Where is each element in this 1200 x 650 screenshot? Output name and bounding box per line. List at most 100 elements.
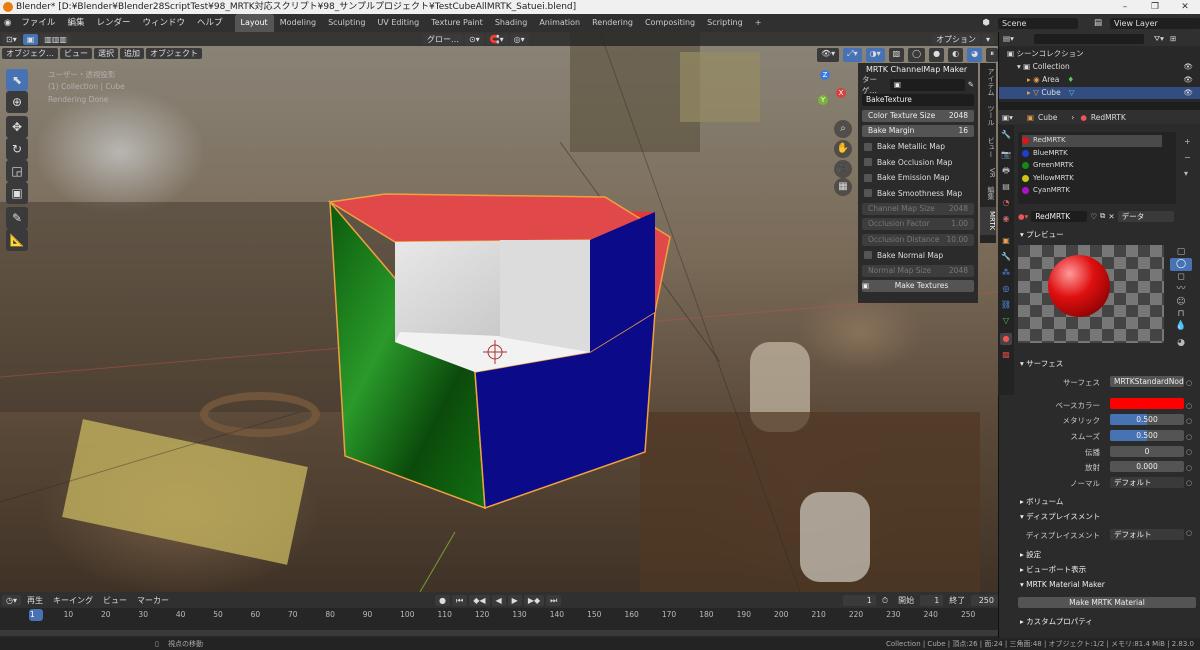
link-dropdown[interactable]: データ (1117, 210, 1174, 222)
area-eye-icon[interactable]: 👁 (1183, 74, 1193, 86)
maximize-icon[interactable]: ❐ (1140, 0, 1170, 14)
menu-render[interactable]: レンダー (90, 14, 136, 32)
jump-end-icon[interactable]: ⏭ (546, 594, 562, 606)
custom-properties-header[interactable]: ▸ カスタムプロパティ (1016, 615, 1198, 628)
stopwatch-icon[interactable]: ⏱ (878, 595, 892, 606)
metallic-slider[interactable]: 0.500 (1110, 414, 1184, 425)
material-browse-icon[interactable]: ●▾ (1018, 212, 1028, 221)
object-tab-icon[interactable]: ▣ (1000, 235, 1012, 247)
xray-icon[interactable]: ▧ (888, 48, 905, 62)
clock-icon[interactable]: ◷▾ (2, 594, 21, 606)
material-slot[interactable]: BlueMRTK (1022, 148, 1162, 160)
select-menu[interactable]: 選択 (94, 47, 118, 59)
displacement-field[interactable]: デフォルト (1110, 529, 1184, 540)
tab-edit[interactable]: 編集 (980, 183, 996, 203)
mode-dropdown[interactable]: オブジェク… (2, 47, 58, 59)
collapse-icon[interactable]: ▾ (981, 33, 994, 45)
material-slot[interactable]: YellowMRTK (1022, 173, 1162, 185)
keying-menu[interactable]: キーイング (49, 595, 97, 606)
zoom-icon[interactable]: ⌕ (834, 120, 852, 138)
outliner-editor-icon[interactable]: ▤▾ (1003, 33, 1014, 45)
remove-slot-icon[interactable]: − (1184, 150, 1191, 166)
menu-help[interactable]: ヘルプ (191, 14, 229, 32)
add-slot-icon[interactable]: + (1184, 134, 1191, 150)
pause-icon[interactable]: ⏸ (986, 48, 999, 62)
eyedropper-icon[interactable]: ✎ (968, 80, 974, 89)
area-light-row[interactable]: ▸ ◉ Area ♦ 👁 (999, 74, 1200, 86)
tab-mrtk[interactable]: MRTK (980, 207, 996, 235)
tab-texture-paint[interactable]: Texture Paint (425, 14, 489, 32)
current-frame-field[interactable]: 1 (843, 594, 876, 606)
marker-menu[interactable]: マーカー (133, 595, 173, 606)
volume-panel-header[interactable]: ▸ ボリューム (1016, 495, 1198, 508)
scene-tab-icon[interactable]: ◔ (1000, 197, 1012, 209)
fake-user-icon[interactable]: ♡ (1090, 212, 1097, 221)
tab-item[interactable]: アイテム (980, 67, 996, 97)
select-box-icon[interactable]: ▥▥▥ (40, 33, 71, 45)
transform-tool-icon[interactable]: ▣ (6, 182, 28, 204)
tab-tool[interactable]: ツール (980, 101, 996, 129)
material-slot[interactable]: GreenMRTK (1022, 160, 1162, 172)
overlay-toggle-icon[interactable]: ◑▾ (865, 48, 885, 62)
particles-tab-icon[interactable]: ⁂ (1000, 267, 1012, 279)
unlink-material-icon[interactable]: ✕ (1108, 212, 1114, 221)
target-field[interactable]: ▣ (889, 78, 965, 91)
view-layer-tab-icon[interactable]: ▤ (1000, 181, 1012, 193)
editor-type-icon[interactable]: ◉ (0, 14, 15, 32)
scene-field[interactable]: Scene (997, 17, 1078, 29)
surface-panel-header[interactable]: ▾ サーフェス (1016, 357, 1198, 370)
output-tab-icon[interactable]: 🖶 (1000, 165, 1012, 177)
close-icon[interactable]: ✕ (1170, 0, 1200, 14)
cursor-tool-icon[interactable]: ⊕ (6, 91, 28, 113)
tool-tab-icon[interactable]: 🔧 (1000, 129, 1012, 141)
socket-icon[interactable]: ○ (1186, 445, 1192, 461)
tab-view[interactable]: ビュー (980, 133, 996, 161)
play-reverse-icon[interactable]: ◀ (491, 594, 506, 606)
preview-cloth-icon[interactable]: ⊓ (1170, 308, 1192, 320)
shading-wireframe-icon[interactable]: ◯ (908, 48, 926, 62)
snap-icon[interactable]: 🧲▾ (485, 33, 508, 45)
view-layer-field[interactable]: View Layer (1110, 17, 1200, 29)
texture-tab-icon[interactable]: ▩ (1000, 349, 1012, 361)
socket-icon[interactable]: ○ (1186, 461, 1192, 477)
duplicate-material-icon[interactable]: ⧉ (1100, 211, 1105, 221)
gizmo-z-axis[interactable]: Z (820, 70, 830, 80)
tab-sculpting[interactable]: Sculpting (322, 14, 371, 32)
socket-icon[interactable]: ○ (1186, 476, 1192, 492)
move-tool-icon[interactable]: ✥ (6, 116, 28, 138)
socket-icon[interactable]: ○ (1186, 414, 1192, 430)
play-icon[interactable]: ▶ (507, 594, 522, 606)
material-tab-icon[interactable]: ● (1000, 333, 1012, 345)
scale-tool-icon[interactable]: ◲ (6, 160, 28, 182)
preview-cube-icon[interactable]: ◻ (1170, 271, 1192, 283)
menu-file[interactable]: ファイル (15, 14, 61, 32)
playback-menu[interactable]: 再生 (23, 595, 47, 606)
visibility-eye-icon[interactable]: 👁 (1183, 61, 1193, 73)
modifier-tab-icon[interactable]: 🔧 (1000, 251, 1012, 263)
gizmo-toggle-icon[interactable]: ⤢▾ (843, 48, 862, 62)
view-menu[interactable]: ビュー (60, 47, 92, 59)
context-object[interactable]: Cube (1038, 113, 1057, 122)
object-menu[interactable]: オブジェクト (146, 47, 202, 59)
proportional-edit-icon[interactable]: ◎▾ (509, 33, 529, 45)
shading-material-icon[interactable]: ◐ (948, 48, 964, 62)
add-workspace-icon[interactable]: + (749, 14, 768, 32)
ortho-grid-icon[interactable]: ▦ (834, 178, 852, 196)
end-frame-field[interactable]: 250 (971, 594, 998, 606)
add-menu[interactable]: 追加 (120, 47, 144, 59)
properties-editor-icon[interactable]: ▣▾ (1002, 113, 1013, 122)
tab-animation[interactable]: Animation (533, 14, 586, 32)
tab-layout[interactable]: Layout (234, 14, 274, 32)
preview-monkey-icon[interactable]: ☺ (1170, 296, 1192, 308)
preview-hair-icon[interactable]: 〰 (1170, 283, 1192, 295)
normal-map-size-field[interactable]: Normal Map Size 2048 (862, 264, 974, 277)
color-texture-size-field[interactable]: Color Texture Size 2048 (862, 109, 974, 122)
start-frame-field[interactable]: 1 (920, 594, 944, 606)
pan-hand-icon[interactable]: ✋ (834, 140, 852, 158)
socket-icon[interactable]: ○ (1186, 376, 1192, 392)
bake-margin-field[interactable]: Bake Margin 16 (862, 125, 974, 138)
channel-map-size-field[interactable]: Channel Map Size 2048 (862, 202, 974, 215)
preview-panel-header[interactable]: ▾ プレビュー (1016, 228, 1198, 241)
preview-flat-icon[interactable]: ▢ (1170, 246, 1192, 258)
occlusion-distance-field[interactable]: Occlusion Distance 10.00 (862, 233, 974, 246)
